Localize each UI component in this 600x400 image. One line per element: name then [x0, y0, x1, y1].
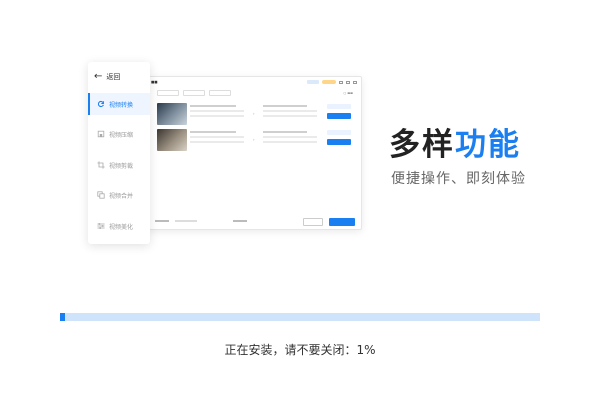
sidebar-item-compress: 视频压缩 — [88, 123, 150, 145]
crop-icon — [97, 161, 105, 169]
feature-subtitle: 便捷操作、即刻体验 — [391, 171, 526, 187]
app-preview-file-row: › — [155, 127, 357, 155]
app-preview-secondary-button — [303, 218, 323, 226]
install-status-text: 正在安装，请不要关闭：1% — [224, 343, 376, 357]
sidebar-item-label: 视频美化 — [109, 223, 134, 231]
app-preview-toolbar — [157, 90, 231, 96]
install-progress-bar — [60, 313, 540, 321]
feature-headline: 多样功能 — [389, 126, 521, 164]
sidebar-item-merge: 视频合并 — [88, 184, 150, 206]
back-label: 返回 — [106, 73, 121, 81]
back-row: ← 返回 — [94, 70, 120, 84]
feature-sidebar-card: ← 返回 视频转换 视频压缩 视频剪裁 视频合并 视频美化 — [88, 62, 150, 244]
merge-icon — [97, 191, 105, 199]
headline-part-blue: 功能 — [455, 127, 521, 163]
app-preview-window: ■■ ▢ ▬▬ › › — [148, 76, 362, 230]
sidebar-item-label: 视频剪裁 — [109, 162, 134, 170]
app-preview-file-row: › — [155, 101, 357, 129]
install-progress-fill — [60, 313, 65, 321]
app-preview-footer — [155, 217, 355, 225]
sidebar-item-label: 视频转换 — [109, 101, 134, 109]
back-arrow-icon: ← — [94, 71, 103, 82]
refresh-icon — [97, 100, 105, 108]
sidebar-item-beautify: 视频美化 — [88, 215, 150, 237]
sidebar-item-crop: 视频剪裁 — [88, 154, 150, 176]
app-preview-toolbar-right: ▢ ▬▬ — [343, 91, 353, 95]
app-preview-start-button — [329, 218, 355, 226]
sliders-icon — [97, 222, 105, 230]
video-thumbnail — [157, 129, 187, 151]
compress-icon — [97, 130, 105, 138]
sidebar-item-convert: 视频转换 — [88, 93, 150, 115]
app-preview-window-controls — [307, 80, 357, 84]
sidebar-item-label: 视频合并 — [109, 192, 134, 200]
convert-arrow-icon: › — [253, 111, 255, 116]
sidebar-item-label: 视频压缩 — [109, 131, 134, 139]
headline-part-dark: 多样 — [389, 127, 455, 163]
convert-arrow-icon: › — [253, 137, 255, 142]
app-preview-title-mark: ■■ — [151, 80, 158, 84]
video-thumbnail — [157, 103, 187, 125]
